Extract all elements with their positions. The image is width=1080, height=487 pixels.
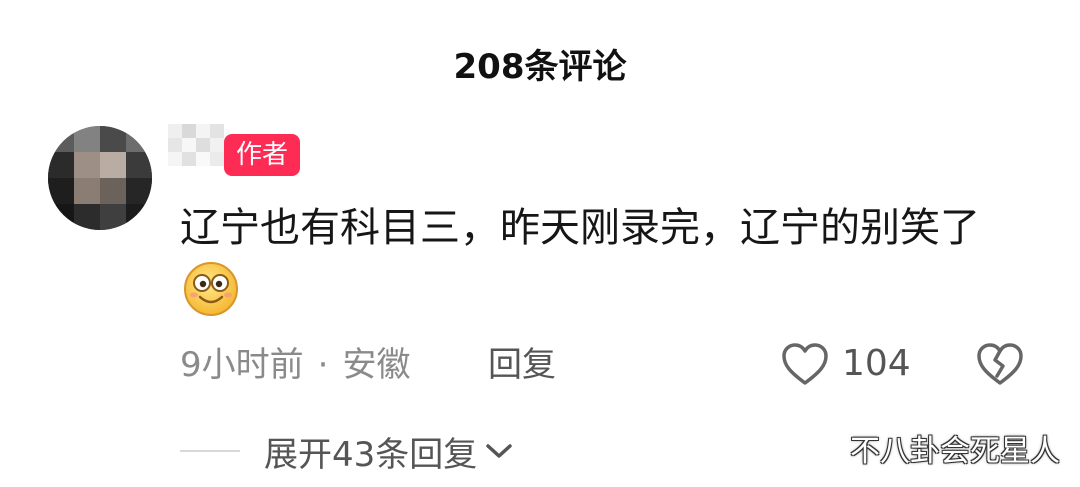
smiley-face-icon (184, 262, 238, 316)
username-pixelated[interactable] (168, 124, 224, 180)
heart-outline-icon (782, 343, 828, 385)
avatar[interactable] (48, 126, 152, 230)
expand-replies-label: 展开43条回复 (264, 434, 478, 475)
watermark: 不八卦会死星人 (850, 434, 1060, 469)
expand-replies-button[interactable]: 展开43条回复 (264, 428, 513, 475)
comment-body: 辽宁也有科目三，昨天刚录完，辽宁的别笑了 (180, 205, 980, 251)
like-count: 104 (842, 343, 911, 384)
dislike-button[interactable] (972, 336, 1028, 392)
comment-time: 9小时前 (180, 345, 304, 385)
like-button[interactable]: 104 (780, 336, 911, 392)
comment-meta: 9小时前 · 安徽 (180, 340, 410, 390)
reply-button[interactable]: 回复 (488, 340, 556, 390)
author-badge: 作者 (224, 134, 301, 176)
comment-location: 安徽 (342, 345, 411, 385)
comment-text: 辽宁也有科目三，昨天刚录完，辽宁的别笑了 (180, 196, 1020, 325)
broken-heart-icon (977, 343, 1023, 385)
chevron-down-icon (486, 444, 513, 458)
meta-separator: · (317, 345, 329, 385)
comments-header-title: 208条评论 (453, 47, 627, 87)
replies-divider (180, 450, 240, 452)
